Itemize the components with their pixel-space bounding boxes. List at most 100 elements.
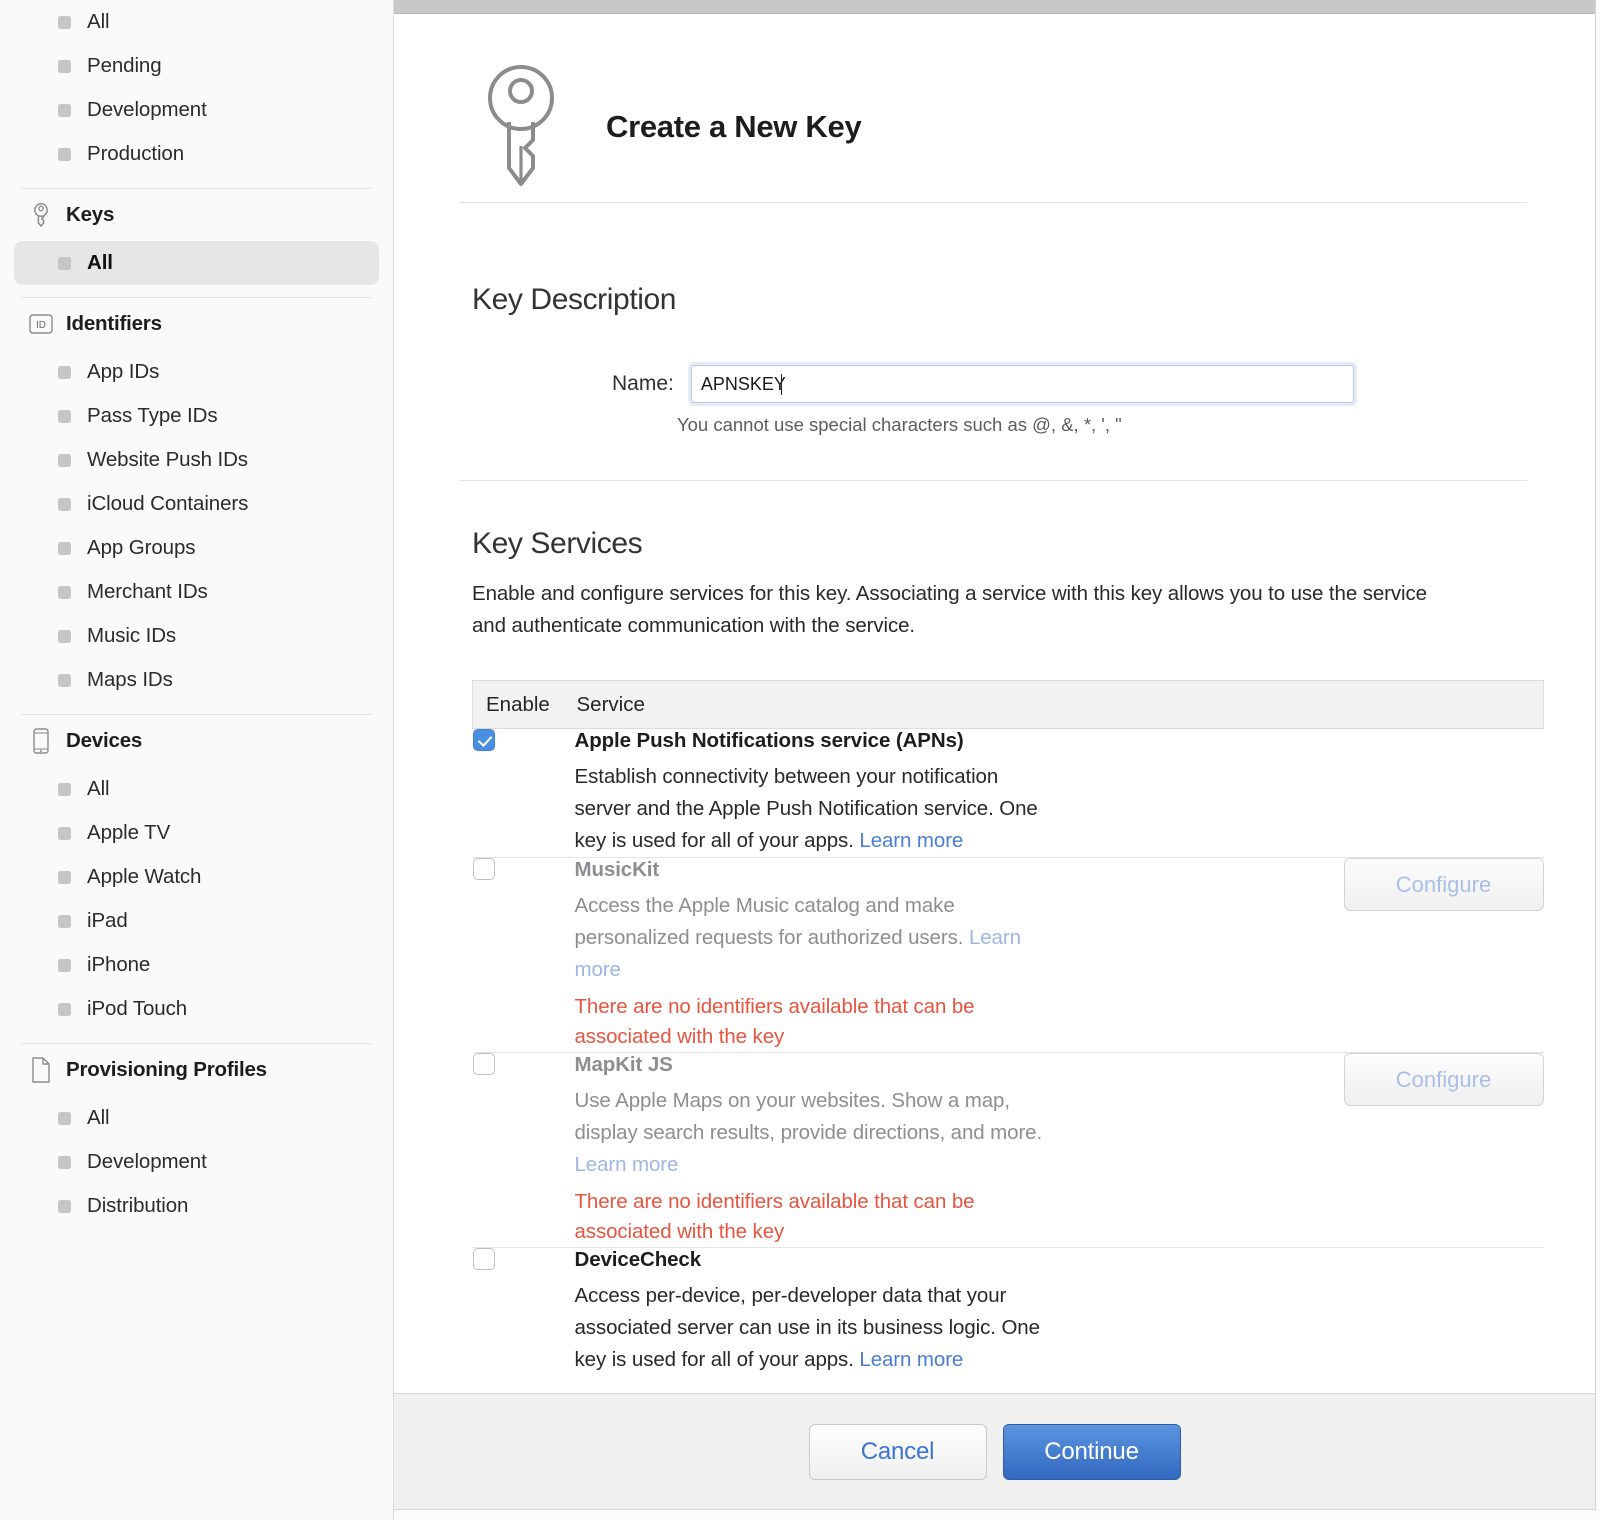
sidebar-item-apple-tv[interactable]: Apple TV: [14, 811, 379, 855]
sidebar-item-all[interactable]: All: [14, 1096, 379, 1140]
bullet-icon: [58, 103, 71, 117]
document-icon: [28, 1057, 54, 1083]
actions-cell: [1059, 728, 1544, 858]
sidebar-section-title: Identifiers: [66, 312, 162, 335]
table-row: MusicKit Access the Apple Music catalog a…: [472, 857, 1544, 1053]
learn-more-link[interactable]: Learn more: [575, 1153, 679, 1176]
sidebar-item-all[interactable]: All: [14, 767, 379, 811]
sidebar-item-pass-type-ids[interactable]: Pass Type IDs: [14, 394, 379, 438]
service-cell: MusicKit Access the Apple Music catalog a…: [574, 857, 1059, 1053]
sidebar-item-label: Maps IDs: [87, 668, 173, 691]
sidebar-item-production[interactable]: Production: [14, 132, 379, 176]
service-description-text: Access the Apple Music catalog and make …: [574, 894, 964, 949]
sidebar-item-ipad[interactable]: iPad: [14, 899, 379, 943]
key-services-section: Key Services Enable and configure servic…: [394, 481, 1595, 1376]
sidebar-item-label: Apple Watch: [87, 865, 202, 888]
sidebar: All Pending Development Production Keys All I…: [0, 0, 394, 1520]
column-header-enable: Enable: [472, 680, 575, 729]
cancel-button[interactable]: Cancel: [808, 1423, 987, 1480]
bullet-icon: [58, 585, 71, 599]
learn-more-link[interactable]: Learn more: [859, 1348, 963, 1371]
sidebar-item-distribution[interactable]: Distribution: [14, 1184, 379, 1228]
sidebar-item-label: iPhone: [87, 953, 151, 976]
sidebar-item-app-ids[interactable]: App IDs: [14, 350, 379, 394]
sidebar-item-merchant-ids[interactable]: Merchant IDs: [14, 570, 379, 614]
services-table: Enable Service Apple Push Notifications …: [472, 680, 1544, 1376]
sidebar-item-iphone[interactable]: iPhone: [14, 943, 379, 987]
service-checkbox[interactable]: [472, 1248, 495, 1270]
sidebar-item-label: All: [87, 10, 110, 33]
actions-cell: Configure: [1059, 1052, 1544, 1248]
sidebar-item-label: Pass Type IDs: [87, 404, 218, 427]
service-checkbox[interactable]: [472, 729, 495, 751]
sidebar-section-identifiers[interactable]: ID Identifiers: [14, 298, 379, 350]
sidebar-item-icloud-containers[interactable]: iCloud Containers: [14, 482, 379, 526]
sidebar-item-development[interactable]: Development: [14, 88, 379, 132]
service-cell: Apple Push Notifications service (APNs) E…: [574, 728, 1059, 858]
content-panel: Create a New Key Key Description Name: Y…: [394, 0, 1596, 1510]
bullet-icon: [58, 365, 71, 379]
sidebar-section-keys[interactable]: Keys: [14, 189, 379, 241]
sidebar-section-devices[interactable]: Devices: [14, 715, 379, 767]
bullet-icon: [58, 256, 71, 270]
bullet-icon: [58, 870, 71, 884]
sidebar-item-pending[interactable]: Pending: [14, 44, 379, 88]
continue-button[interactable]: Continue: [1002, 1423, 1181, 1480]
service-cell: DeviceCheck Access per-device, per-develo…: [575, 1248, 1060, 1377]
sidebar-item-label: Merchant IDs: [87, 580, 208, 603]
services-table-head: Enable Service: [472, 680, 1544, 729]
sidebar-item-website-push-ids[interactable]: Website Push IDs: [14, 438, 379, 482]
learn-more-link[interactable]: Learn more: [859, 829, 963, 852]
key-services-description: Enable and configure services for this k…: [472, 582, 1427, 637]
svg-text:ID: ID: [36, 320, 46, 331]
id-icon: ID: [28, 311, 54, 337]
configure-button[interactable]: Configure: [1343, 1053, 1544, 1106]
sidebar-section-provisioning-profiles[interactable]: Provisioning Profiles: [14, 1044, 379, 1096]
key-icon: [482, 60, 560, 195]
sidebar-item-label: Website Push IDs: [87, 448, 248, 471]
page-header: Create a New Key: [394, 14, 1595, 194]
device-icon: [28, 728, 54, 754]
service-checkbox[interactable]: [472, 1053, 495, 1075]
key-icon: [28, 202, 54, 228]
sidebar-item-development[interactable]: Development: [14, 1140, 379, 1184]
sidebar-item-label: All: [87, 1106, 110, 1129]
sidebar-item-maps-ids[interactable]: Maps IDs: [14, 658, 379, 702]
sidebar-top-group: All Pending Development Production: [14, 0, 379, 176]
bullet-icon: [58, 541, 71, 555]
bullet-icon: [58, 409, 71, 423]
sidebar-item-label: All: [87, 251, 113, 274]
service-description: Use Apple Maps on your websites. Show a …: [575, 1085, 1060, 1181]
sidebar-item-music-ids[interactable]: Music IDs: [14, 614, 379, 658]
service-cell: MapKit JS Use Apple Maps on your websites…: [574, 1052, 1060, 1248]
sidebar-item-label: iPad: [87, 909, 128, 932]
configure-button[interactable]: Configure: [1343, 858, 1544, 911]
sidebar-item-ipod-touch[interactable]: iPod Touch: [14, 987, 379, 1031]
bullet-icon: [58, 826, 71, 840]
bullet-icon: [58, 782, 71, 796]
actions-cell: [1059, 1248, 1544, 1377]
bullet-icon: [58, 1111, 71, 1125]
sidebar-item-all[interactable]: All: [14, 0, 379, 44]
sidebar-item-label: Apple TV: [87, 821, 171, 844]
sidebar-item-apple-watch[interactable]: Apple Watch: [14, 855, 379, 899]
sidebar-item-label: iPod Touch: [87, 997, 188, 1020]
panel-body: Create a New Key Key Description Name: Y…: [394, 14, 1595, 1393]
sidebar-item-label: Music IDs: [87, 624, 177, 647]
actions-cell: Configure: [1059, 857, 1544, 1053]
name-hint: You cannot use special characters such a…: [677, 414, 1122, 435]
key-name-input[interactable]: [690, 365, 1354, 403]
service-description-text: Use Apple Maps on your websites. Show a …: [574, 1089, 1043, 1144]
table-row: MapKit JS Use Apple Maps on your websites…: [472, 1052, 1544, 1248]
bullet-icon: [58, 914, 71, 928]
sidebar-item-all[interactable]: All: [14, 241, 379, 285]
service-name: MapKit JS: [574, 1053, 673, 1076]
service-name: Apple Push Notifications service (APNs): [574, 729, 964, 752]
sidebar-item-label: App IDs: [87, 360, 160, 383]
sidebar-item-app-groups[interactable]: App Groups: [14, 526, 379, 570]
sidebar-item-label: App Groups: [87, 536, 196, 559]
sidebar-item-label: All: [87, 777, 110, 800]
table-row: DeviceCheck Access per-device, per-develo…: [472, 1248, 1544, 1377]
service-checkbox[interactable]: [472, 858, 495, 880]
bullet-icon: [58, 59, 71, 73]
